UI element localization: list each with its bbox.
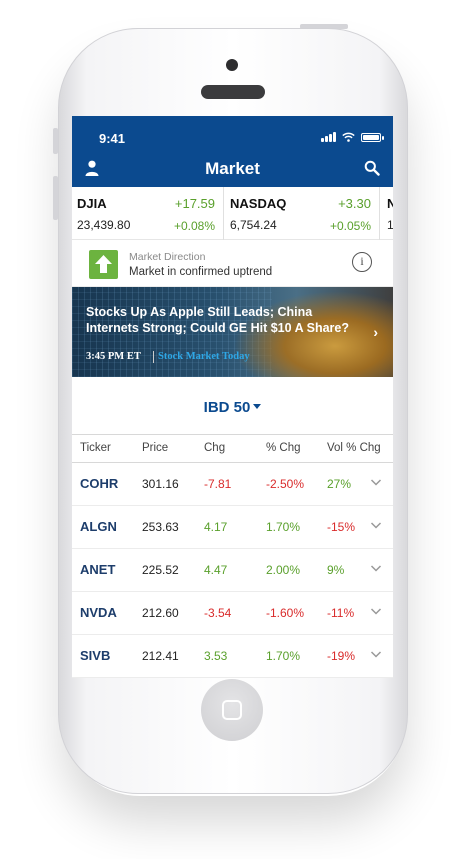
cell-price: 212.41 bbox=[142, 649, 179, 663]
cell-vol-pct-chg: 27% bbox=[327, 477, 352, 491]
arrow-up-icon bbox=[95, 255, 112, 273]
table-row[interactable]: NVDA 212.60 -3.54 -1.60% -11% bbox=[72, 592, 393, 635]
news-time: 3:45 PM ET bbox=[86, 351, 141, 362]
index-ticker-partial[interactable]: N 1 bbox=[381, 187, 393, 240]
chevron-right-icon: › bbox=[373, 324, 378, 340]
cell-price: 253.63 bbox=[142, 520, 179, 534]
cell-vol-pct-chg: -11% bbox=[327, 606, 355, 620]
index-ticker-nasdaq[interactable]: NASDAQ +3.30 6,754.24 +0.05% bbox=[225, 187, 380, 240]
index-name: N bbox=[387, 196, 393, 211]
table-row[interactable]: ANET 225.52 4.47 2.00% 9% bbox=[72, 549, 393, 592]
cell-vol-pct-chg: -19% bbox=[327, 649, 356, 663]
battery-icon bbox=[361, 132, 384, 142]
cell-price: 301.16 bbox=[142, 477, 179, 491]
news-separator bbox=[153, 351, 154, 363]
market-direction-value: Market in confirmed uptrend bbox=[129, 266, 273, 278]
table-row[interactable]: SIVB 212.41 3.53 1.70% -19% bbox=[72, 635, 393, 678]
cell-chg: -7.81 bbox=[204, 477, 232, 491]
index-value: 1 bbox=[387, 218, 393, 232]
cellular-signal-icon bbox=[321, 132, 336, 142]
cell-pct-chg: 2.00% bbox=[266, 563, 301, 577]
front-camera bbox=[226, 59, 238, 71]
search-icon[interactable] bbox=[364, 160, 380, 176]
home-square-icon bbox=[222, 700, 242, 720]
index-change: +17.59 bbox=[174, 196, 215, 211]
index-name: NASDAQ bbox=[230, 196, 287, 211]
column-header-vol-pct-chg[interactable]: Vol % Chg bbox=[327, 442, 381, 455]
caret-down-icon bbox=[253, 404, 262, 409]
column-header-chg[interactable]: Chg bbox=[204, 442, 225, 455]
index-ticker-djia[interactable]: DJIA +17.59 23,439.80 +0.08% bbox=[72, 187, 224, 240]
cell-vol-pct-chg: 9% bbox=[327, 563, 345, 577]
cell-chg: 4.17 bbox=[204, 520, 228, 534]
chevron-down-icon[interactable] bbox=[370, 519, 382, 531]
home-button[interactable] bbox=[201, 679, 263, 741]
column-header-pct-chg[interactable]: % Chg bbox=[266, 442, 301, 455]
market-direction-panel[interactable]: Market Direction Market in confirmed upt… bbox=[72, 240, 393, 287]
index-change: +3.30 bbox=[338, 196, 371, 211]
chevron-down-icon[interactable] bbox=[370, 648, 382, 660]
list-selector-text: IBD 50 bbox=[203, 399, 251, 416]
table-row[interactable]: ALGN 253.63 4.17 1.70% -15% bbox=[72, 506, 393, 549]
cell-ticker: SIVB bbox=[80, 648, 111, 663]
status-icons bbox=[321, 132, 384, 142]
app-screen: 9:41 Market DJIA +17.59 23,439.80 +0.08%… bbox=[72, 116, 393, 678]
cell-pct-chg: 1.70% bbox=[266, 649, 301, 663]
market-direction-label: Market Direction bbox=[129, 251, 206, 263]
cell-pct-chg: -1.60% bbox=[266, 606, 305, 620]
index-name: DJIA bbox=[77, 196, 107, 211]
chevron-down-icon[interactable] bbox=[370, 562, 382, 574]
status-time: 9:41 bbox=[99, 131, 126, 146]
cell-pct-chg: 1.70% bbox=[266, 520, 301, 534]
wifi-icon bbox=[342, 132, 355, 142]
index-percent: +0.05% bbox=[329, 219, 371, 233]
cell-price: 212.60 bbox=[142, 606, 179, 620]
chevron-down-icon[interactable] bbox=[370, 605, 382, 617]
index-percent: +0.08% bbox=[173, 219, 215, 233]
list-selector[interactable]: IBD 50 bbox=[72, 377, 393, 434]
news-category: Stock Market Today bbox=[158, 351, 250, 362]
index-ticker-strip[interactable]: DJIA +17.59 23,439.80 +0.08% NASDAQ +3.3… bbox=[72, 187, 393, 240]
cell-ticker: ANET bbox=[80, 562, 116, 577]
news-headline: Stocks Up As Apple Still Leads; China In… bbox=[86, 305, 349, 335]
chevron-down-icon[interactable] bbox=[370, 476, 382, 488]
app-header: 9:41 Market bbox=[72, 116, 393, 187]
earpiece-speaker bbox=[201, 85, 265, 99]
table-header: Ticker Price Chg % Chg Vol % Chg bbox=[72, 434, 393, 463]
uptrend-badge bbox=[89, 250, 118, 279]
column-header-price[interactable]: Price bbox=[142, 442, 168, 455]
cell-vol-pct-chg: -15% bbox=[327, 520, 356, 534]
cell-pct-chg: -2.50% bbox=[266, 477, 305, 491]
cell-price: 225.52 bbox=[142, 563, 179, 577]
index-value: 6,754.24 bbox=[230, 218, 277, 232]
cell-chg: -3.54 bbox=[204, 606, 232, 620]
cell-ticker: COHR bbox=[80, 476, 119, 491]
index-value: 23,439.80 bbox=[77, 218, 131, 232]
cell-ticker: ALGN bbox=[80, 519, 117, 534]
cell-ticker: NVDA bbox=[80, 605, 117, 620]
cell-chg: 4.47 bbox=[204, 563, 228, 577]
list-selector-label[interactable]: IBD 50 bbox=[72, 399, 393, 416]
page-title: Market bbox=[205, 159, 260, 178]
info-icon[interactable]: i bbox=[352, 252, 372, 272]
column-header-ticker[interactable]: Ticker bbox=[80, 442, 111, 455]
table-row[interactable]: COHR 301.16 -7.81 -2.50% 27% bbox=[72, 463, 393, 506]
news-banner[interactable]: Stocks Up As Apple Still Leads; China In… bbox=[72, 287, 393, 377]
cell-chg: 3.53 bbox=[204, 649, 228, 663]
